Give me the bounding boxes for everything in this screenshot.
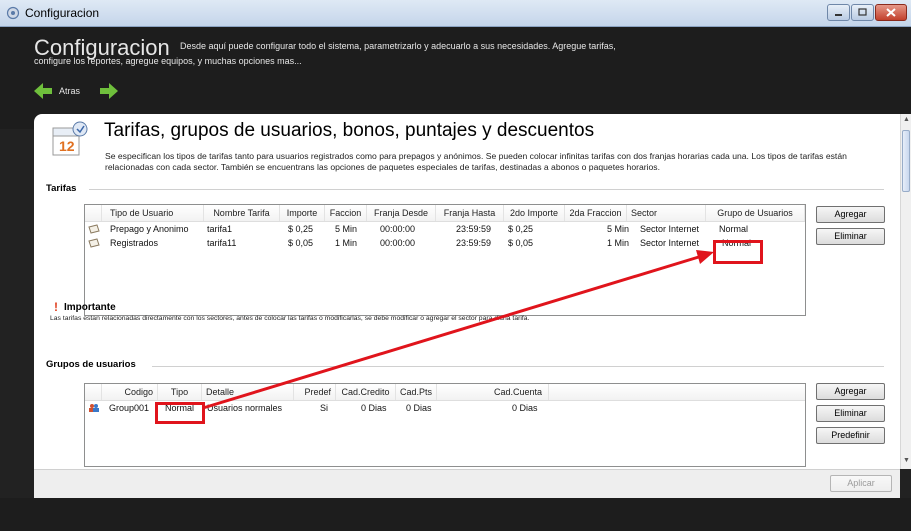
grupos-col-predef[interactable]: Predef <box>294 384 336 400</box>
bottom-strip <box>0 498 911 531</box>
cell-importe2: $ 0,25 <box>508 224 534 234</box>
grupos-agregar-button[interactable]: Agregar <box>816 383 885 400</box>
grupos-col-tipo[interactable]: Tipo <box>158 384 202 400</box>
importante-title: Importante <box>64 302 116 313</box>
app-gear-icon <box>6 6 20 20</box>
cell-importe: $ 0,25 <box>288 224 314 234</box>
cell-fraccion2: 1 Min <box>607 238 630 248</box>
cell-nombre: tarifa11 <box>207 238 237 248</box>
back-arrow-icon[interactable] <box>34 83 52 99</box>
minimize-icon <box>835 14 842 16</box>
tarifas-col-desde[interactable]: Franja Desde <box>367 205 436 221</box>
grupos-divider <box>152 366 884 367</box>
cell-sector: Sector Internet <box>640 224 700 234</box>
tarifas-col-tipo[interactable]: Tipo de Usuario <box>102 205 204 221</box>
tarifas-col-icon <box>85 205 102 221</box>
cell-nombre: tarifa1 <box>207 224 233 234</box>
cell-grupo: Normal <box>722 238 752 248</box>
window-titlebar: Configuracion <box>0 0 911 27</box>
grupos-predefinir-button[interactable]: Predefinir <box>816 427 885 444</box>
grupos-col-icon <box>85 384 102 400</box>
cell-predef: Si <box>320 403 329 413</box>
cell-fraccion2: 5 Min <box>607 224 630 234</box>
cell-cad-cuenta: 0 Dias <box>512 403 538 413</box>
calendar-icon: 12 <box>52 121 88 156</box>
svg-text:12: 12 <box>59 138 75 154</box>
tarifas-col-importe[interactable]: Importe <box>280 205 325 221</box>
grupos-col-codigo[interactable]: Codigo <box>102 384 158 400</box>
panel-description: Se especifican los tipos de tarifas tant… <box>105 151 847 172</box>
tarifas-col-fraccion2[interactable]: 2da Fraccion <box>565 205 627 221</box>
cell-faccion: 1 Min <box>335 238 358 248</box>
panel-title: Tarifas, grupos de usuarios, bonos, punt… <box>104 120 595 141</box>
scroll-up-icon[interactable]: ▲ <box>903 116 910 123</box>
back-label[interactable]: Atras <box>59 86 80 96</box>
tarifas-col-grupo[interactable]: Grupo de Usuarios <box>706 205 805 221</box>
header-description-line2: configure los reportes, agregue equipos,… <box>34 56 302 66</box>
cell-grupo: Normal <box>719 224 749 234</box>
grupos-col-detalle[interactable]: Detalle <box>202 384 294 400</box>
window-title: Configuracion <box>25 6 100 20</box>
users-group-icon <box>89 404 99 412</box>
cell-tipo: Normal <box>165 403 195 413</box>
cell-cad-pts: 0 Dias <box>406 403 432 413</box>
tarifas-section-label: Tarifas <box>46 183 77 194</box>
cell-faccion: 5 Min <box>335 224 358 234</box>
close-icon <box>886 8 896 17</box>
tarifas-divider <box>89 189 884 190</box>
tarifas-grid[interactable]: Tipo de Usuario Nombre Tarifa Importe Fa… <box>84 204 806 316</box>
cell-detalle: Usuarios normales <box>207 403 283 413</box>
grupos-col-cad-pts[interactable]: Cad.Pts <box>396 384 437 400</box>
close-button[interactable] <box>875 4 907 21</box>
grupos-col-filler <box>549 384 805 400</box>
maximize-icon <box>858 8 867 16</box>
cell-sector: Sector Internet <box>640 238 700 248</box>
cell-desde: 00:00:00 <box>380 238 416 248</box>
cell-hasta: 23:59:59 <box>456 224 492 234</box>
footer-bar: Aplicar <box>34 469 900 498</box>
grupos-grid[interactable]: Codigo Tipo Detalle Predef Cad.Credito C… <box>84 383 806 467</box>
cell-desde: 00:00:00 <box>380 224 416 234</box>
grupos-section-label: Grupos de usuarios <box>46 359 136 370</box>
cell-hasta: 23:59:59 <box>456 238 492 248</box>
scroll-down-icon[interactable]: ▼ <box>903 457 910 464</box>
content-panel: 12 Tarifas, grupos de usuarios, bonos, p… <box>34 114 900 469</box>
cell-cad-credito: 0 Dias <box>361 403 387 413</box>
forward-arrow-icon[interactable] <box>100 83 118 99</box>
grupos-col-cad-credito[interactable]: Cad.Credito <box>336 384 396 400</box>
tarifas-agregar-button[interactable]: Agregar <box>816 206 885 223</box>
tarifas-col-sector[interactable]: Sector <box>627 205 706 221</box>
aplicar-button[interactable]: Aplicar <box>830 475 892 492</box>
tarifas-eliminar-button[interactable]: Eliminar <box>816 228 885 245</box>
grupos-eliminar-button[interactable]: Eliminar <box>816 405 885 422</box>
ticket-icon <box>88 238 100 248</box>
tarifas-col-nombre[interactable]: Nombre Tarifa <box>204 205 280 221</box>
cell-tipo: Prepago y Anonimo <box>110 224 189 234</box>
minimize-button[interactable] <box>827 4 850 21</box>
ticket-icon <box>88 224 100 234</box>
warning-icon: ! <box>54 300 58 314</box>
maximize-button[interactable] <box>851 4 874 21</box>
grupos-col-cad-cuenta[interactable]: Cad.Cuenta <box>437 384 549 400</box>
header-description-line1: Desde aquí puede configurar todo el sist… <box>180 41 616 51</box>
tarifas-col-importe2[interactable]: 2do Importe <box>504 205 565 221</box>
importante-text: Las tarifas estan relacionadas directame… <box>50 315 530 322</box>
tarifas-col-faccion[interactable]: Faccion <box>325 205 367 221</box>
cell-importe: $ 0,05 <box>288 238 314 248</box>
cell-tipo: Registrados <box>110 238 159 248</box>
scroll-thumb[interactable] <box>902 130 910 192</box>
cell-codigo: Group001 <box>109 403 150 413</box>
vertical-scrollbar[interactable]: ▲ ▼ <box>900 114 911 469</box>
cell-importe2: $ 0,05 <box>508 238 534 248</box>
tarifas-col-hasta[interactable]: Franja Hasta <box>436 205 504 221</box>
